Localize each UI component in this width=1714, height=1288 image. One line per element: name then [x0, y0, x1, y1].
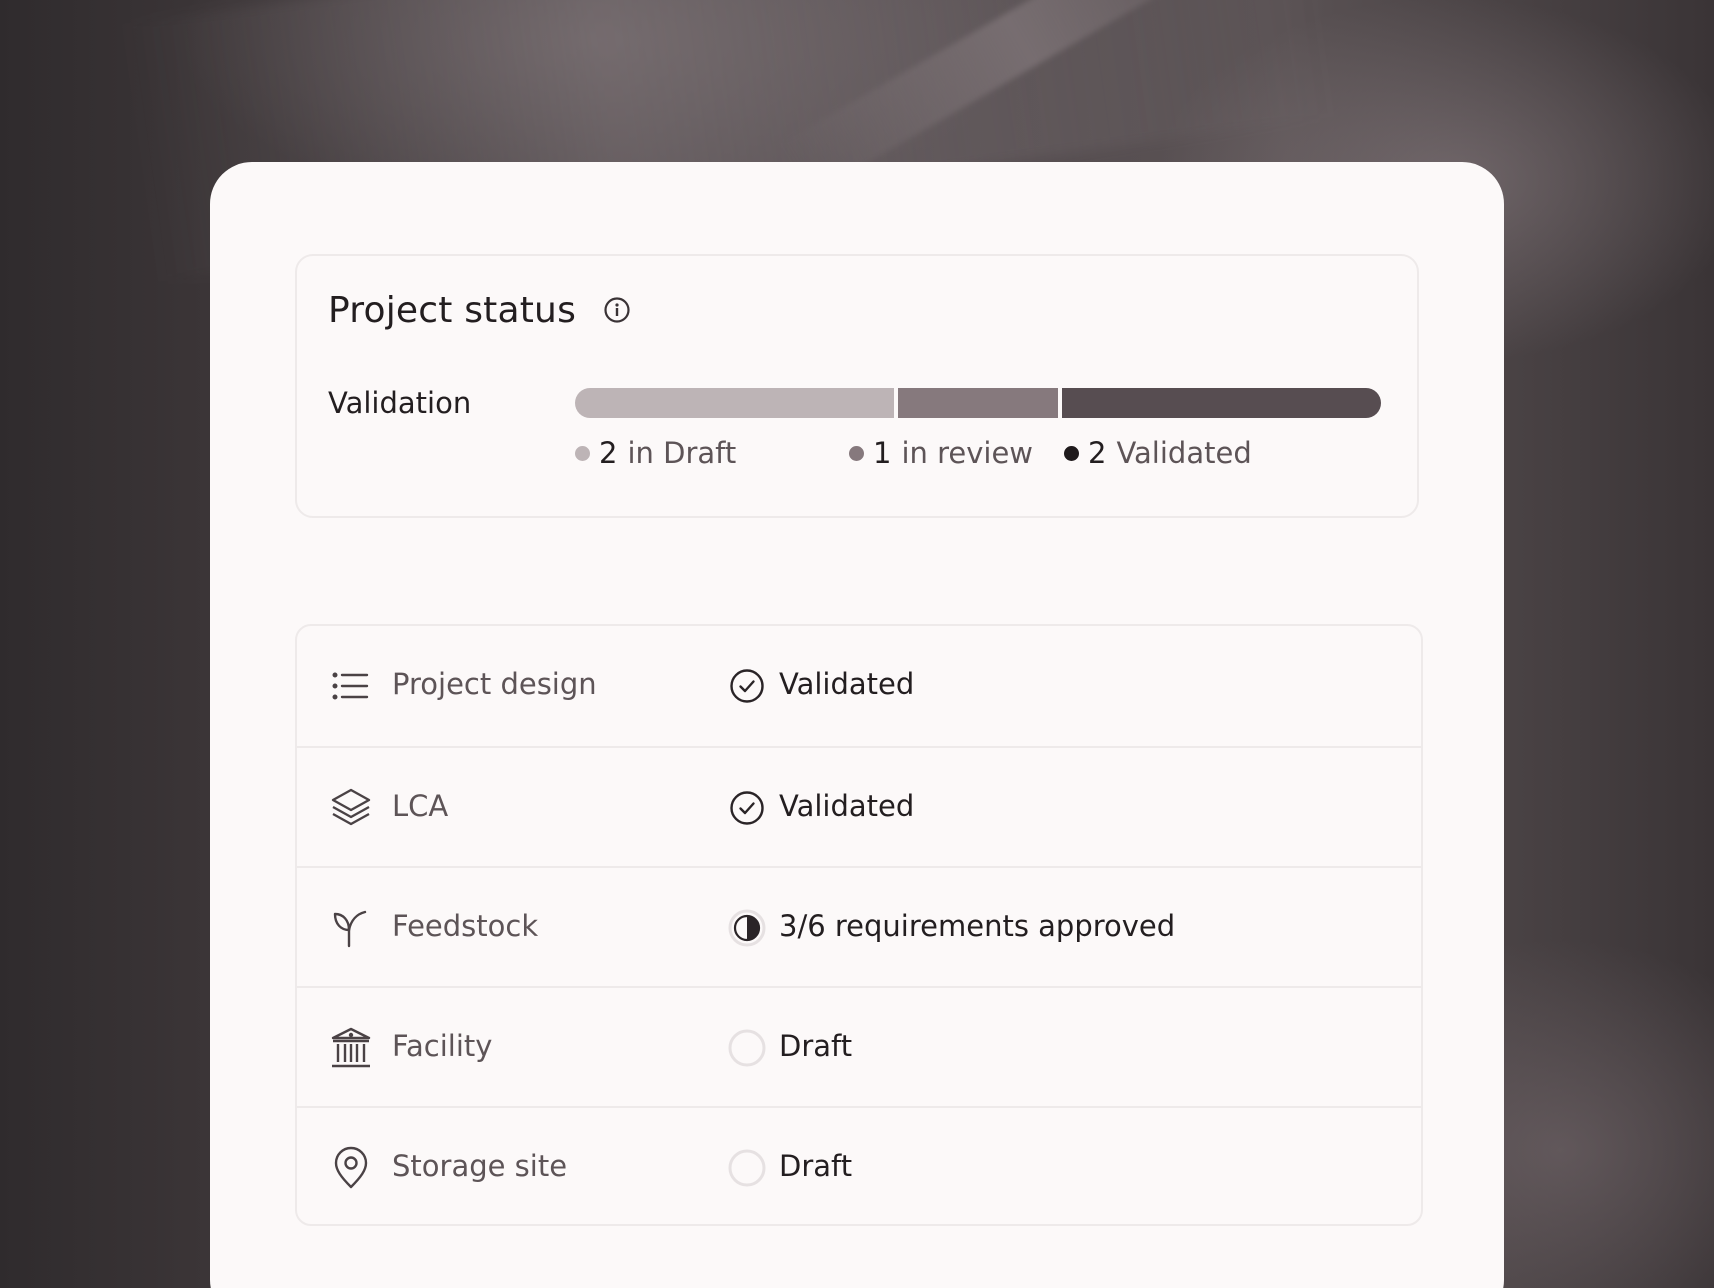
list-item-storage-site[interactable]: Storage site Draft: [297, 1106, 1421, 1226]
item-label: Storage site: [392, 1149, 568, 1183]
item-label: Facility: [392, 1029, 493, 1063]
draft-segment: [575, 388, 895, 418]
main-panel: Project status Validation 2 in Draft 1 i…: [210, 162, 1504, 1288]
validated-label: Validated: [1116, 436, 1252, 470]
draft-count: 2: [599, 436, 618, 470]
check-circle-icon: [727, 788, 767, 828]
item-status: 3/6 requirements approved: [779, 909, 1176, 943]
list-item-facility[interactable]: Facility Draft: [297, 986, 1421, 1106]
list-item-feedstock[interactable]: Feedstock 3/6 requirements approved: [297, 866, 1421, 986]
project-status-title: Project status: [328, 290, 577, 331]
item-label: LCA: [392, 789, 449, 823]
validated-dot-icon: [1064, 445, 1079, 461]
review-label: in review: [901, 436, 1034, 470]
empty-circle-icon: [727, 1148, 767, 1188]
item-status: Draft: [779, 1029, 853, 1063]
info-icon[interactable]: [603, 296, 631, 324]
project-status-card: Project status Validation 2 in Draft 1 i…: [295, 254, 1419, 518]
map-pin-icon: [329, 1146, 373, 1190]
sprout-icon: [329, 906, 373, 950]
building-icon: [329, 1026, 373, 1070]
item-label: Project design: [392, 667, 597, 701]
validated-count: 2: [1088, 436, 1107, 470]
empty-circle-icon: [727, 1028, 767, 1068]
list-icon: [329, 664, 373, 708]
review-dot-icon: [849, 445, 864, 461]
list-item-lca[interactable]: LCA Validated: [297, 746, 1421, 866]
validation-progress-bar: [575, 388, 1381, 418]
legend-draft: 2 in Draft: [575, 436, 736, 470]
item-status: Validated: [779, 667, 915, 701]
review-segment: [898, 388, 1058, 418]
validation-label: Validation: [328, 386, 472, 420]
review-count: 1: [873, 436, 892, 470]
item-status: Draft: [779, 1149, 853, 1183]
check-circle-icon: [727, 666, 767, 706]
validated-segment: [1061, 388, 1381, 418]
layers-icon: [329, 786, 373, 830]
draft-label: in Draft: [627, 436, 737, 470]
legend-validated: 2 Validated: [1064, 436, 1252, 470]
list-item-project-design[interactable]: Project design Validated: [297, 626, 1421, 746]
item-status: Validated: [779, 789, 915, 823]
sections-list: Project design Validated LCA Validated F…: [295, 624, 1423, 1226]
draft-dot-icon: [575, 445, 590, 461]
half-circle-icon: [727, 908, 767, 948]
legend-review: 1 in review: [849, 436, 1033, 470]
item-label: Feedstock: [392, 909, 539, 943]
